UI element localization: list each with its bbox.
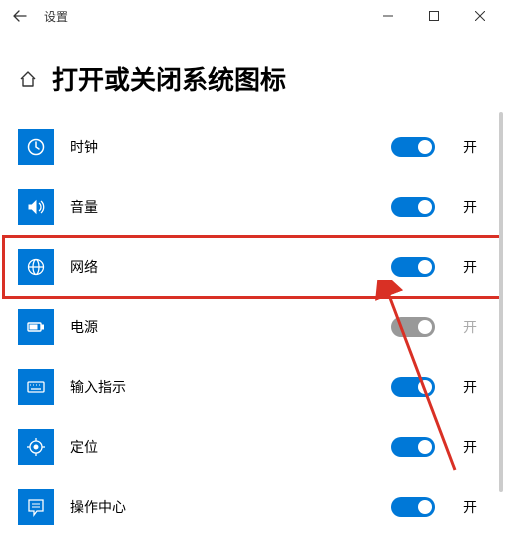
toggle-input-indicator[interactable] <box>391 377 435 397</box>
toggle-state-label: 开 <box>463 137 487 157</box>
toggle-state-label: 开 <box>463 317 487 337</box>
page-title: 打开或关闭系统图标 <box>52 60 286 97</box>
toggle-state-label: 开 <box>463 377 487 397</box>
home-button[interactable] <box>18 69 38 89</box>
list-item-input-indicator: 输入指示 开 <box>18 357 487 417</box>
list-item-volume: 音量 开 <box>18 177 487 237</box>
toggle-knob <box>418 440 432 454</box>
close-button[interactable] <box>457 0 503 32</box>
toggle-knob <box>418 260 432 274</box>
toggle-state-label: 开 <box>463 497 487 517</box>
toggle-knob <box>418 500 432 514</box>
list-item-network: 网络 开 <box>4 237 501 297</box>
toggle-network[interactable] <box>391 257 435 277</box>
item-label: 定位 <box>70 437 375 457</box>
close-icon <box>475 11 485 21</box>
toggle-volume[interactable] <box>391 197 435 217</box>
item-label: 电源 <box>70 317 375 337</box>
toggle-state-label: 开 <box>463 437 487 457</box>
window-title: 设置 <box>38 8 68 25</box>
back-arrow-icon <box>13 9 27 23</box>
toggle-knob <box>418 200 432 214</box>
toggle-knob <box>418 380 432 394</box>
maximize-button[interactable] <box>411 0 457 32</box>
location-icon <box>18 429 54 465</box>
input-indicator-icon <box>18 369 54 405</box>
list-item-location: 定位 开 <box>18 417 487 477</box>
toggle-state-label: 开 <box>463 257 487 277</box>
action-center-icon <box>18 489 54 525</box>
maximize-icon <box>429 11 439 21</box>
network-icon <box>18 249 54 285</box>
toggle-power <box>391 317 435 337</box>
volume-icon <box>18 189 54 225</box>
item-label: 网络 <box>70 257 375 277</box>
minimize-icon <box>383 11 393 21</box>
minimize-button[interactable] <box>365 0 411 32</box>
toggle-state-label: 开 <box>463 197 487 217</box>
item-label: 操作中心 <box>70 497 375 517</box>
list-item-clock: 时钟 开 <box>18 117 487 177</box>
list-item-power: 电源 开 <box>18 297 487 357</box>
toggle-action-center[interactable] <box>391 497 435 517</box>
window-titlebar: 设置 <box>0 0 505 32</box>
toggle-location[interactable] <box>391 437 435 457</box>
scrollbar[interactable] <box>499 112 503 492</box>
item-label: 音量 <box>70 197 375 217</box>
home-icon <box>19 70 37 88</box>
toggle-knob <box>418 140 432 154</box>
list-item-action-center: 操作中心 开 <box>18 477 487 537</box>
system-icons-list: 时钟 开 音量 开 网络 开 电源 开 输入指示 开 <box>0 117 505 537</box>
item-label: 时钟 <box>70 137 375 157</box>
clock-icon <box>18 129 54 165</box>
power-icon <box>18 309 54 345</box>
item-label: 输入指示 <box>70 377 375 397</box>
toggle-knob <box>418 320 432 334</box>
toggle-clock[interactable] <box>391 137 435 157</box>
back-button[interactable] <box>2 0 38 32</box>
page-header: 打开或关闭系统图标 <box>0 32 505 117</box>
